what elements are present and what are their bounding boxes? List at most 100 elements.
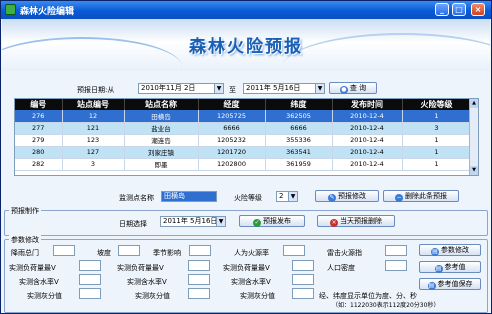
table-cell: 2010-12-4 <box>332 146 403 159</box>
fire-level-select[interactable]: 2 ▼ <box>276 191 298 202</box>
column-header[interactable]: 发布时间 <box>332 99 403 110</box>
ash-label-3: 实测灰分值 <box>240 292 275 300</box>
search-icon: ● <box>339 86 348 94</box>
moisture-input-3[interactable] <box>292 274 314 285</box>
table-cell: 282 <box>15 158 63 171</box>
rainfall-input[interactable] <box>53 245 75 256</box>
table-cell: 2010-12-4 <box>332 110 403 123</box>
close-button[interactable]: × <box>471 3 485 16</box>
table-row[interactable]: 279 123 潮连岛 1205232 355336 2010-12-4 1 <box>15 134 472 147</box>
table-cell: 1205232 <box>198 134 266 147</box>
save-reference-label: 参考值保存 <box>437 280 473 288</box>
table-row[interactable]: 280 127 刘家庄镇 1201720 363541 2010-12-4 1 <box>15 146 472 159</box>
table-cell: 363541 <box>265 146 333 159</box>
table-cell: 2010-12-4 <box>332 158 403 171</box>
forecast-production-legend: 预报制作 <box>9 206 41 216</box>
reference-value-label: 参考值 <box>444 263 466 271</box>
table-cell: 3 <box>62 158 125 171</box>
column-header[interactable]: 编号 <box>15 99 63 110</box>
ash-input-3[interactable] <box>292 288 314 299</box>
parameter-legend: 参数修改 <box>9 235 41 245</box>
minimize-button[interactable]: _ <box>435 3 449 16</box>
vertical-scrollbar[interactable]: ▲ ▼ <box>469 99 478 175</box>
table-cell: 2010-12-4 <box>332 134 403 147</box>
forecast-modify-button[interactable]: ✎ 预报修改 <box>315 190 379 202</box>
parameter-modify-button[interactable]: ▤ 参数修改 <box>419 244 481 256</box>
forecast-table[interactable]: 编号 站点编号 站点名称 经度 纬度 发布时间 火险等级 276 12 田横岛 … <box>14 98 479 176</box>
table-cell: 1 <box>402 134 472 147</box>
document-icon: ▤ <box>431 248 439 256</box>
column-header[interactable]: 火险等级 <box>402 99 472 110</box>
lightning-label: 雷击火源指 <box>327 249 362 257</box>
close-circle-icon: × <box>330 219 338 227</box>
dry-load-label-2: 实测负荷量最V <box>117 264 164 272</box>
table-cell: 6666 <box>265 122 333 135</box>
table-cell: 1 <box>402 146 472 159</box>
table-cell: 121 <box>62 122 125 135</box>
ash-label-2: 实测灰分值 <box>135 292 170 300</box>
moisture-input-2[interactable] <box>188 274 210 285</box>
table-cell: 刘家庄镇 <box>124 146 199 159</box>
lightning-input[interactable] <box>385 245 407 256</box>
chevron-down-icon[interactable]: ▼ <box>315 84 324 93</box>
moisture-label: 实测含水率V <box>19 278 59 286</box>
forecast-modify-label: 预报修改 <box>338 192 366 200</box>
table-row[interactable]: 277 121 盐业台 6666 6666 2010-12-4 3 <box>15 122 472 135</box>
season-input[interactable] <box>189 245 211 256</box>
date-to-picker[interactable]: 2011年 5月16日 ▼ <box>243 83 325 94</box>
table-row[interactable]: 276 12 田横岛 1205725 362505 2010-12-4 1 <box>15 110 472 123</box>
population-input[interactable] <box>385 260 407 271</box>
table-cell: 即墨 <box>124 158 199 171</box>
dry-load-input-3[interactable] <box>292 260 314 271</box>
table-cell: 277 <box>15 122 63 135</box>
table-cell: 362505 <box>265 110 333 123</box>
station-name-field[interactable]: 田横岛 <box>161 191 217 202</box>
table-cell: 361959 <box>265 158 333 171</box>
publish-forecast-button[interactable]: ✓ 预报发布 <box>239 215 305 227</box>
reference-value-button[interactable]: ▤ 参考值 <box>419 261 481 273</box>
table-header-row: 编号 站点编号 站点名称 经度 纬度 发布时间 火险等级 <box>15 99 472 110</box>
rainfall-label: 降雨总门 <box>11 249 39 257</box>
column-header[interactable]: 经度 <box>198 99 266 110</box>
scroll-up-icon[interactable]: ▲ <box>470 99 478 108</box>
delete-forecast-button[interactable]: − 删除此条预报 <box>383 190 459 202</box>
maximize-button[interactable]: □ <box>452 3 466 16</box>
ash-input[interactable] <box>79 288 101 299</box>
slope-input[interactable] <box>118 245 140 256</box>
date-from-picker[interactable]: 2010年11月 2日 ▼ <box>138 83 224 94</box>
chevron-down-icon[interactable]: ▼ <box>216 217 225 226</box>
chevron-down-icon[interactable]: ▼ <box>214 84 223 93</box>
dry-load-input-2[interactable] <box>188 260 210 271</box>
check-icon: ✓ <box>253 219 261 227</box>
delete-forecast-label: 删除此条预报 <box>405 192 447 200</box>
human-fire-input[interactable] <box>283 245 305 256</box>
human-fire-label: 人为火源率 <box>234 249 269 257</box>
slope-label: 坡度 <box>97 249 111 257</box>
chevron-down-icon[interactable]: ▼ <box>288 192 297 201</box>
parameter-modify-label: 参数修改 <box>441 246 469 254</box>
dry-load-label-3: 实测负荷量最V <box>223 264 270 272</box>
save-reference-button[interactable]: ▤ 参考值保存 <box>419 278 481 290</box>
ash-input-2[interactable] <box>188 288 210 299</box>
column-header[interactable]: 站点名称 <box>124 99 199 110</box>
title-bar: 森林火险编辑 _ □ × <box>1 1 491 19</box>
fire-level-value: 2 <box>279 192 284 200</box>
table-cell: 潮连岛 <box>124 134 199 147</box>
search-button[interactable]: ● 查 询 <box>329 82 377 94</box>
table-row[interactable]: 282 3 即墨 1202800 361959 2010-12-4 1 <box>15 158 472 171</box>
scroll-down-icon[interactable]: ▼ <box>470 166 478 175</box>
table-cell: 6666 <box>198 122 266 135</box>
coordinate-example: （如：1122030表示112度20分30秒） <box>332 302 440 309</box>
table-cell: 280 <box>15 146 63 159</box>
edit-icon: ✎ <box>328 194 336 202</box>
main-window: 森林火险编辑 _ □ × 森林火险预报 预报日期:从 2010年11月 2日 ▼… <box>0 0 492 314</box>
fire-level-label: 火险等级 <box>234 194 262 202</box>
dry-load-input[interactable] <box>79 260 101 271</box>
column-header[interactable]: 纬度 <box>265 99 333 110</box>
moisture-input[interactable] <box>79 274 101 285</box>
delete-today-button[interactable]: × 当天预报删除 <box>317 215 395 227</box>
production-date-picker[interactable]: 2011年 5月16日 ▼ <box>160 216 226 227</box>
date-to-value: 2011年 5月16日 <box>246 84 301 92</box>
column-header[interactable]: 站点编号 <box>62 99 125 110</box>
ash-label: 实测灰分值 <box>27 292 62 300</box>
